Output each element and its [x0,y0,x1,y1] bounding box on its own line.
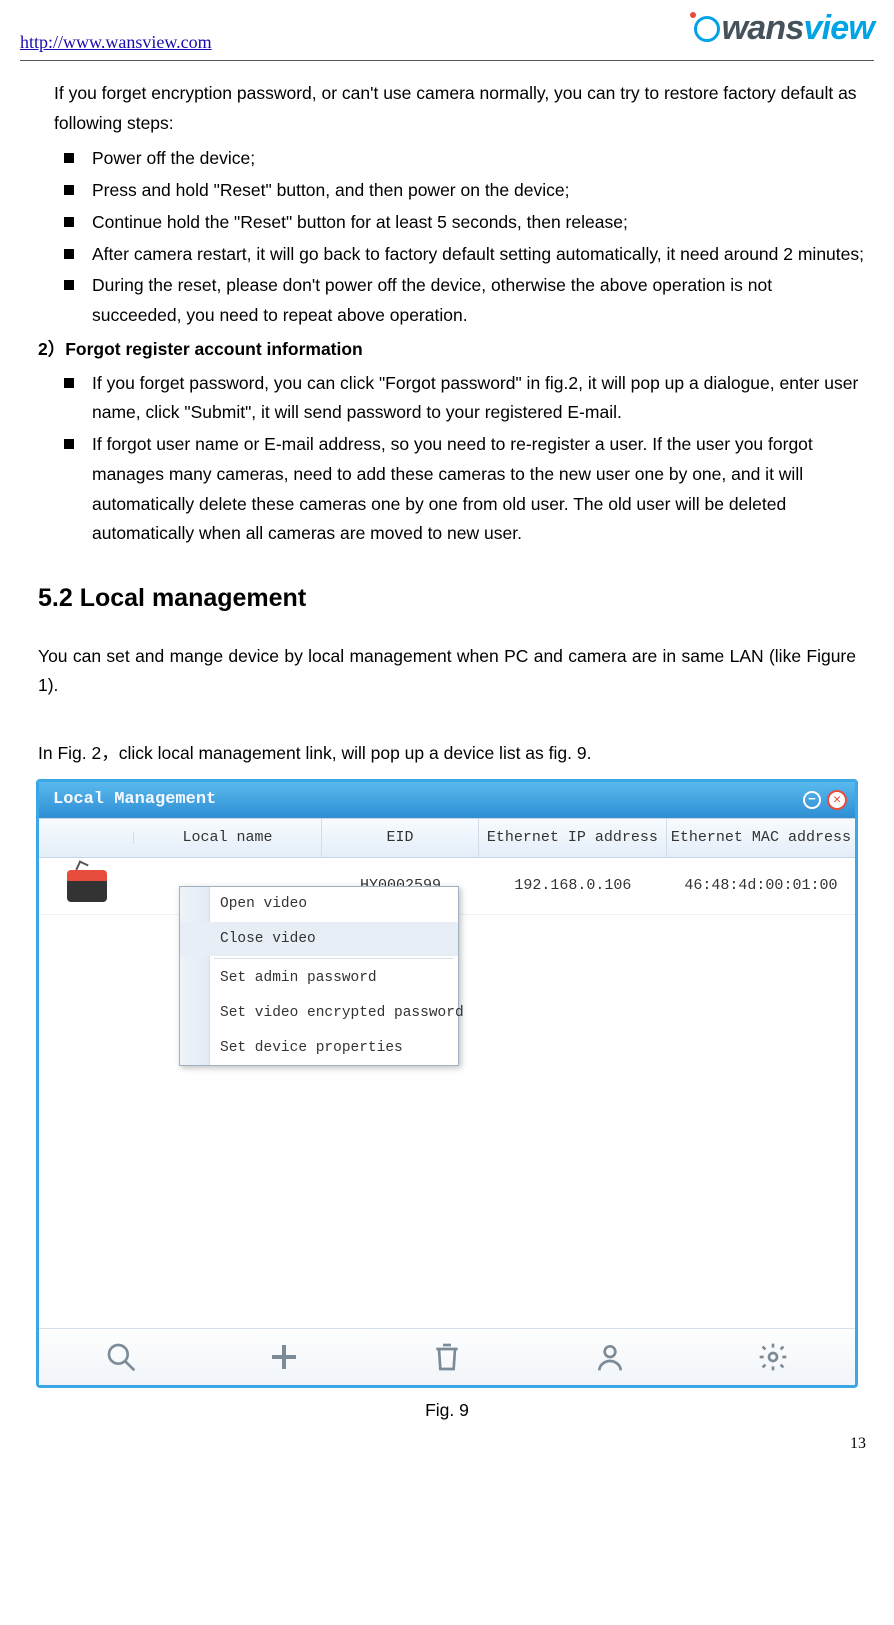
list-item: Press and hold "Reset" button, and then … [92,176,864,206]
window-titlebar: Local Management − ✕ [39,782,855,819]
col-header: Ethernet IP address [479,819,667,857]
section-heading: 5.2 Local management [38,577,864,620]
col-header: EID [322,819,479,857]
col-header [39,832,134,844]
paragraph: In Fig. 2，click local management link, w… [38,739,856,769]
add-button[interactable] [268,1341,300,1373]
col-header: Ethernet MAC address [667,819,855,857]
list-item: During the reset, please don't power off… [92,271,864,331]
intro-text: If you forget encryption password, or ca… [54,79,864,139]
cell-ip: 192.168.0.106 [479,865,667,907]
cell-mac: 46:48:4d:00:01:00 [667,865,855,907]
page-header: http://www.wansview.com wansview [20,0,874,61]
page-number: 13 [20,1430,874,1457]
table-header: Local name EID Ethernet IP address Ether… [39,818,855,858]
ctx-set-device-properties[interactable]: Set device properties [180,1031,458,1066]
search-button[interactable] [105,1341,137,1373]
col-header: Local name [134,819,322,857]
reset-steps-list: Power off the device; Press and hold "Re… [30,144,864,331]
header-url[interactable]: http://www.wansview.com [20,27,212,58]
table-body: HY0002599 192.168.0.106 46:48:4d:00:01:0… [39,858,855,1328]
context-menu: Open video Close video Set admin passwor… [179,886,459,1066]
paragraph: You can set and mange device by local ma… [38,642,856,702]
ctx-set-admin-password[interactable]: Set admin password [180,961,458,996]
minimize-icon[interactable]: − [803,791,821,809]
figure-caption: Fig. 9 [30,1396,864,1426]
list-item: After camera restart, it will go back to… [92,240,864,270]
list-item: Power off the device; [92,144,864,174]
ctx-close-video[interactable]: Close video [180,922,458,957]
device-icon [67,870,107,902]
window-title: Local Management [53,786,216,815]
close-icon[interactable]: ✕ [827,790,847,810]
window-toolbar [39,1328,855,1385]
user-button[interactable] [594,1341,626,1373]
ctx-open-video[interactable]: Open video [180,887,458,922]
brand-logo: wansview [694,0,874,58]
device-icon-cell [39,858,134,914]
section2-title: 2）Forgot register account information [38,335,864,365]
list-item: If forgot user name or E-mail address, s… [92,430,864,549]
local-management-window: Local Management − ✕ Local name EID Ethe… [36,779,858,1388]
delete-button[interactable] [431,1341,463,1373]
section2-list: If you forget password, you can click "F… [30,369,864,550]
ctx-set-video-password[interactable]: Set video encrypted password [180,996,458,1031]
logo-mark-icon [694,16,720,42]
list-item: Continue hold the "Reset" button for at … [92,208,864,238]
settings-button[interactable] [757,1341,789,1373]
list-item: If you forget password, you can click "F… [92,369,864,429]
